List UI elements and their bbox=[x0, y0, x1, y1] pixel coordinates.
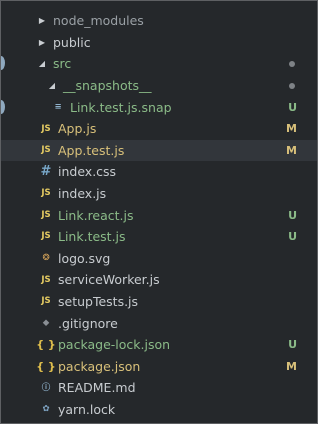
tree-file[interactable]: JS setupTests.js bbox=[1, 291, 317, 313]
tree-file[interactable]: ≡ Link.test.js.snap U bbox=[1, 96, 317, 118]
tree-file[interactable]: JS Link.test.js U bbox=[1, 226, 317, 248]
chevron-down-icon[interactable]: ◢ bbox=[47, 81, 57, 90]
tree-folder[interactable]: ◢ src bbox=[1, 53, 317, 75]
tree-item-label: serviceWorker.js bbox=[58, 272, 160, 288]
tree-file[interactable]: ❂ logo.svg bbox=[1, 248, 317, 270]
chevron-down-icon[interactable]: ◢ bbox=[37, 59, 47, 68]
tree-file[interactable]: { } package.json M bbox=[1, 356, 317, 378]
tree-folder[interactable]: ▶ node_modules bbox=[1, 10, 317, 32]
tree-item-label: package-lock.json bbox=[58, 337, 171, 353]
git-status-badge: M bbox=[286, 143, 297, 157]
file-lines-icon: ≡ bbox=[54, 101, 62, 112]
json-braces-icon: { } bbox=[36, 359, 56, 373]
js-icon: JS bbox=[41, 123, 51, 134]
git-status-badge: M bbox=[286, 359, 297, 373]
tree-item-label: .gitignore bbox=[58, 315, 118, 331]
js-icon: JS bbox=[41, 274, 51, 285]
tree-item-label: Link.test.js.snap bbox=[70, 99, 172, 115]
tree-folder[interactable]: ▶ public bbox=[1, 32, 317, 54]
tree-folder[interactable]: ◢ __snapshots__ bbox=[1, 75, 317, 97]
js-icon: JS bbox=[41, 209, 51, 220]
git-status-badge: U bbox=[288, 208, 297, 222]
tree-file[interactable]: # index.css bbox=[1, 161, 317, 183]
js-icon: JS bbox=[41, 296, 51, 307]
tree-item-label: __snapshots__ bbox=[63, 78, 152, 94]
git-status-badge: U bbox=[288, 230, 297, 244]
git-diamond-icon: ◆ bbox=[42, 317, 50, 328]
tree-item-label: App.test.js bbox=[58, 142, 125, 158]
tree-item-label: Link.react.js bbox=[58, 207, 134, 223]
modified-dot-indicator bbox=[289, 61, 295, 68]
tree-item-label: App.js bbox=[58, 121, 97, 137]
tree-item-label: package.json bbox=[58, 358, 141, 374]
tree-item-label: index.js bbox=[58, 186, 107, 202]
git-status-badge: U bbox=[288, 338, 297, 352]
tree-item-label: Link.test.js bbox=[58, 229, 126, 245]
tree-item-label: logo.svg bbox=[58, 250, 111, 266]
git-status-badge: U bbox=[288, 100, 297, 114]
yarn-icon: ✿ bbox=[42, 404, 50, 415]
js-icon: JS bbox=[41, 188, 51, 199]
tree-file[interactable]: { } package-lock.json U bbox=[1, 334, 317, 356]
tree-file[interactable]: ⓘ README.md bbox=[1, 377, 317, 399]
js-icon: JS bbox=[41, 145, 51, 156]
chevron-right-icon[interactable]: ▶ bbox=[37, 16, 47, 25]
tree-file[interactable]: JS index.js bbox=[1, 183, 317, 205]
modified-dot-indicator bbox=[289, 82, 295, 89]
git-status-badge: M bbox=[286, 122, 297, 136]
json-braces-icon: { } bbox=[36, 338, 56, 352]
tree-file[interactable]: JS Link.react.js U bbox=[1, 204, 317, 226]
tree-item-label: index.css bbox=[58, 164, 117, 180]
file-tree: ▶ node_modules ▶ public ◢ src ◢ __snapshots__ ≡ L… bbox=[1, 10, 317, 420]
tree-item-label: yarn.lock bbox=[58, 401, 116, 417]
tree-item-label: setupTests.js bbox=[58, 294, 139, 310]
svg-image-icon: ❂ bbox=[42, 253, 50, 264]
tree-file[interactable]: JS App.test.js M bbox=[1, 139, 317, 162]
file-explorer-panel: ▶ node_modules ▶ public ◢ src ◢ __snapshots__ ≡ L… bbox=[0, 0, 318, 424]
info-circle-icon: ⓘ bbox=[41, 382, 51, 393]
tree-file[interactable]: ◆ .gitignore bbox=[1, 312, 317, 334]
tree-item-label: src bbox=[53, 56, 72, 72]
css-hash-icon: # bbox=[40, 164, 52, 180]
chevron-right-icon[interactable]: ▶ bbox=[37, 38, 47, 47]
tree-file[interactable]: JS App.js M bbox=[1, 118, 317, 140]
tree-item-label: public bbox=[53, 34, 91, 50]
js-icon: JS bbox=[41, 231, 51, 242]
tree-item-label: node_modules bbox=[53, 13, 144, 29]
tree-item-label: README.md bbox=[58, 380, 136, 396]
tree-file[interactable]: ✿ yarn.lock bbox=[1, 399, 317, 421]
tree-file[interactable]: JS serviceWorker.js bbox=[1, 269, 317, 291]
